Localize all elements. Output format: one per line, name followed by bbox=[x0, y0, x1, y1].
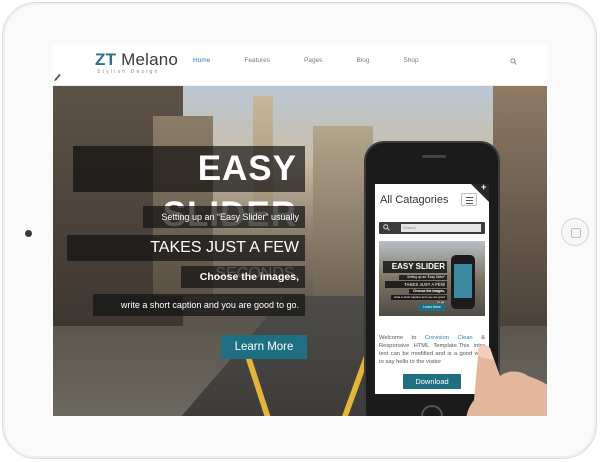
phone-corner-ribbon bbox=[471, 184, 489, 202]
phone-slide-caption-2: TAKES JUST A FEW SECONDS. bbox=[385, 281, 447, 294]
nav-item-pages[interactable]: Pages bbox=[304, 57, 322, 64]
hero-slider: EASY SLIDER Setting up an “Easy Slider” … bbox=[53, 86, 547, 416]
nav-item-shop[interactable]: Shop bbox=[403, 57, 418, 64]
site-header: ZT Melano Stylish Design Home Features P… bbox=[53, 44, 547, 86]
camera-icon bbox=[25, 230, 32, 237]
search-icon[interactable] bbox=[510, 58, 517, 65]
building-far-right bbox=[493, 86, 547, 326]
site-logo[interactable]: ZT Melano Stylish Design bbox=[95, 50, 178, 75]
phone-search-icon[interactable] bbox=[383, 224, 390, 231]
hand-image bbox=[466, 345, 547, 416]
phone-slide-caption-3: Choose the images, bbox=[409, 289, 447, 294]
tablet-home-button[interactable] bbox=[561, 218, 589, 246]
phone-mini-mockup bbox=[451, 255, 475, 309]
pencil-icon[interactable] bbox=[53, 71, 62, 82]
nav-item-blog[interactable]: Blog bbox=[356, 57, 369, 64]
phone-home-button bbox=[421, 405, 443, 416]
phone-search-bar: Search bbox=[379, 222, 485, 234]
phone-title: All Catagories bbox=[380, 194, 449, 206]
learn-more-button[interactable]: Learn More bbox=[221, 335, 307, 359]
phone-slide-caption-4: write a short caption and you are good t… bbox=[391, 295, 447, 304]
plus-icon[interactable]: + bbox=[481, 184, 486, 192]
phone-slide-title: EASY SLIDER bbox=[383, 261, 447, 273]
nav-item-features[interactable]: Features bbox=[244, 57, 270, 64]
tablet-screen: ZT Melano Stylish Design Home Features P… bbox=[53, 44, 547, 416]
logo-name: ZT Melano bbox=[95, 50, 179, 69]
phone-learn-more-button[interactable]: Learn More bbox=[419, 304, 445, 311]
slide-caption-4: write a short caption and you are good t… bbox=[93, 294, 305, 316]
phone-speaker bbox=[422, 155, 446, 158]
slide-title: EASY SLIDER bbox=[73, 146, 305, 234]
nav-item-home[interactable]: Home bbox=[193, 57, 210, 64]
phone-hero: EASY SLIDER Setting up an “Easy Slider” … bbox=[379, 241, 485, 316]
phone-slide-caption-1: Setting up an “Easy Slider” usually bbox=[399, 275, 447, 284]
main-nav: Home Features Pages Blog Shop bbox=[193, 57, 453, 64]
slide-caption-3: Choose the images, bbox=[181, 266, 305, 288]
slide-caption-1: Setting up an “Easy Slider” usually bbox=[143, 206, 305, 228]
slide-caption-2: TAKES JUST A FEW SECONDS. bbox=[67, 235, 305, 282]
phone-mini-screen bbox=[454, 264, 472, 298]
phone-search-input[interactable]: Search bbox=[401, 224, 481, 232]
